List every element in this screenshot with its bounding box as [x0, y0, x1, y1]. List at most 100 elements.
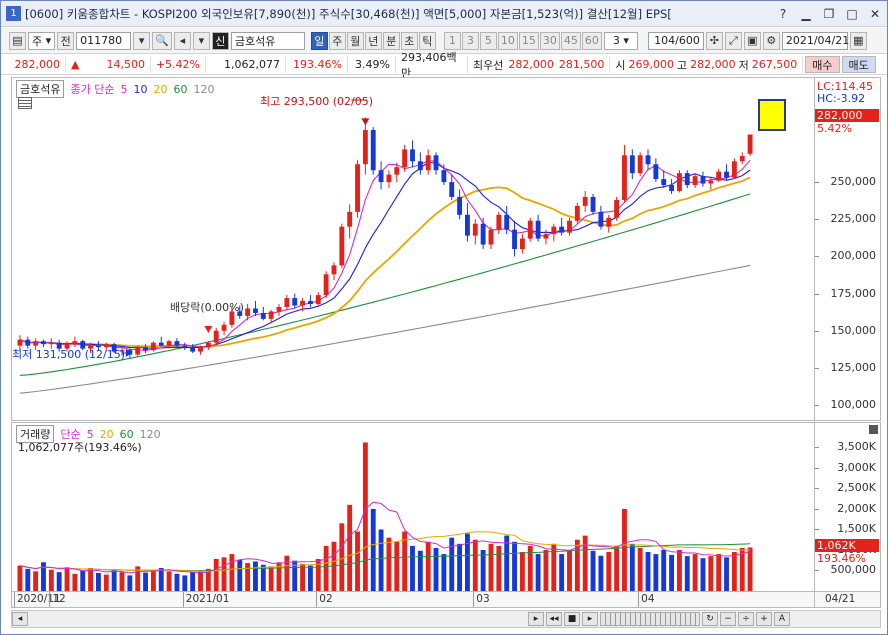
fit-icon[interactable]: ÷ [738, 612, 754, 626]
candle-body [331, 265, 337, 275]
data-count-field[interactable]: 104/600 [647, 31, 704, 50]
restore-icon[interactable]: ❐ [821, 6, 837, 21]
candle [590, 193, 596, 215]
candle-body [260, 312, 266, 319]
candle [355, 159, 360, 218]
scroll-right-icon[interactable]: ▸ [528, 612, 544, 626]
candle-body [692, 176, 698, 186]
scroll-left-icon[interactable]: ◂ [12, 612, 28, 626]
search-icon[interactable]: 🔍 [152, 31, 172, 50]
save-icon[interactable]: ▣ [743, 31, 761, 50]
table-view-icon[interactable] [18, 97, 32, 109]
volume-bar [56, 572, 62, 591]
minute-button[interactable]: 30 [539, 31, 560, 50]
candle [331, 262, 337, 281]
minute-button[interactable]: 10 [497, 31, 518, 50]
volume-bar [637, 547, 643, 591]
zoom-out-icon[interactable]: − [720, 612, 736, 626]
close-icon[interactable]: ✕ [867, 6, 883, 21]
period-button[interactable]: 월 [346, 31, 364, 50]
maximize-icon[interactable]: □ [844, 6, 860, 21]
window-index: 1 [6, 6, 21, 21]
chart-menu-icon[interactable]: ▤ [9, 31, 26, 50]
reset-icon[interactable]: ↻ [702, 612, 718, 626]
candle [622, 144, 627, 203]
minute-button[interactable]: 15 [518, 31, 539, 50]
volume-bar [425, 541, 431, 591]
stop-icon[interactable]: ■ [564, 612, 580, 626]
period-button[interactable]: 년 [364, 31, 382, 50]
rewind-icon[interactable]: ◂◂ [546, 612, 562, 626]
price-tick-mark [815, 182, 819, 184]
candle [253, 301, 258, 316]
minute-button[interactable]: 1 [443, 31, 461, 50]
volume-bar [590, 550, 596, 591]
zoom-icon[interactable]: ⤢ [724, 31, 742, 50]
minute-button[interactable]: 60 [581, 31, 602, 50]
minute-select[interactable]: 3 ▾ [603, 31, 638, 50]
period-select-value: 주 [32, 34, 43, 48]
price-chart-panel[interactable]: 금호석유 종가 단순 5 10 20 60 120 최고 293,500 (02… [11, 77, 815, 421]
sell-button[interactable]: 매도 [841, 56, 876, 73]
minute-select-value: 3 [612, 34, 620, 47]
ruler-icon[interactable] [600, 612, 700, 626]
candle-body [221, 324, 227, 331]
minute-button[interactable]: 45 [560, 31, 581, 50]
volume-bar [645, 552, 651, 591]
stock-code-input[interactable]: 011780 [76, 31, 132, 50]
candle [519, 234, 525, 254]
chevron-down-icon[interactable]: ▾ [192, 31, 210, 50]
stock-name-field[interactable]: 금호석유 [230, 31, 305, 50]
volume-tick-mark [815, 488, 819, 490]
period-button[interactable]: 초 [400, 31, 418, 50]
low-value: 267,500 [751, 58, 798, 71]
zoom-in-icon[interactable]: + [756, 612, 772, 626]
candle [716, 168, 722, 183]
crosshair-icon[interactable]: ✣ [705, 31, 723, 50]
calendar-icon[interactable]: ▦ [849, 31, 867, 50]
buy-button[interactable]: 매수 [805, 56, 840, 73]
current-price: 282,000 [1, 56, 66, 73]
volume-chart-panel[interactable]: 거래량 단순 5 20 60 120 1,062,077주(193.46%) [11, 422, 815, 592]
settings-icon[interactable]: ⚙ [762, 31, 780, 50]
help-icon[interactable]: ? [775, 6, 791, 21]
candle-body [378, 170, 384, 183]
candle [417, 152, 423, 175]
volume-tick-label: 2,000K [837, 501, 876, 515]
auto-icon[interactable]: A [774, 612, 790, 626]
candle-body [253, 308, 258, 313]
candle-body [512, 229, 517, 249]
candle-body [739, 156, 745, 162]
candle-body [48, 342, 54, 345]
collapse-icon[interactable] [869, 425, 878, 434]
volume-bar [676, 549, 682, 591]
date-field[interactable]: 2021/04/21 [781, 31, 849, 50]
minute-button[interactable]: 5 [479, 31, 497, 50]
candle-body [17, 339, 23, 346]
code-dropdown-icon[interactable]: ▾ [133, 31, 151, 50]
volume-value: 1,062,077 [206, 56, 286, 73]
period-button[interactable]: 분 [382, 31, 400, 50]
volume-bar [143, 572, 148, 591]
prev-button[interactable]: 전 [57, 31, 75, 50]
best-bid: 281,500 [558, 58, 605, 71]
price-tick-label: 225,000 [830, 212, 877, 226]
candle [150, 341, 156, 352]
candle-body [150, 342, 156, 351]
chart-scrollbar[interactable]: ◂ ▸ ◂◂ ■ ▸ ↻ − ÷ + A [11, 610, 881, 628]
volume-bar [119, 572, 125, 591]
minimize-icon[interactable]: ▁ [798, 6, 814, 21]
legend-stock-name[interactable]: 금호석유 [16, 80, 65, 98]
period-button[interactable]: 틱 [418, 31, 436, 50]
minute-button[interactable]: 3 [461, 31, 479, 50]
period-button[interactable]: 일 [310, 31, 328, 50]
low-label: 저 [738, 58, 749, 72]
period-button[interactable]: 주 [328, 31, 346, 50]
candle-body [135, 347, 141, 355]
play-icon[interactable]: ▸ [582, 612, 598, 626]
sound-icon[interactable]: ◂ [173, 31, 191, 50]
volume-bar [512, 541, 517, 591]
legend-price-type: 종가 단순 [70, 83, 115, 96]
period-select[interactable]: 주 ▾ [28, 31, 56, 50]
scroll-track[interactable] [28, 612, 526, 626]
